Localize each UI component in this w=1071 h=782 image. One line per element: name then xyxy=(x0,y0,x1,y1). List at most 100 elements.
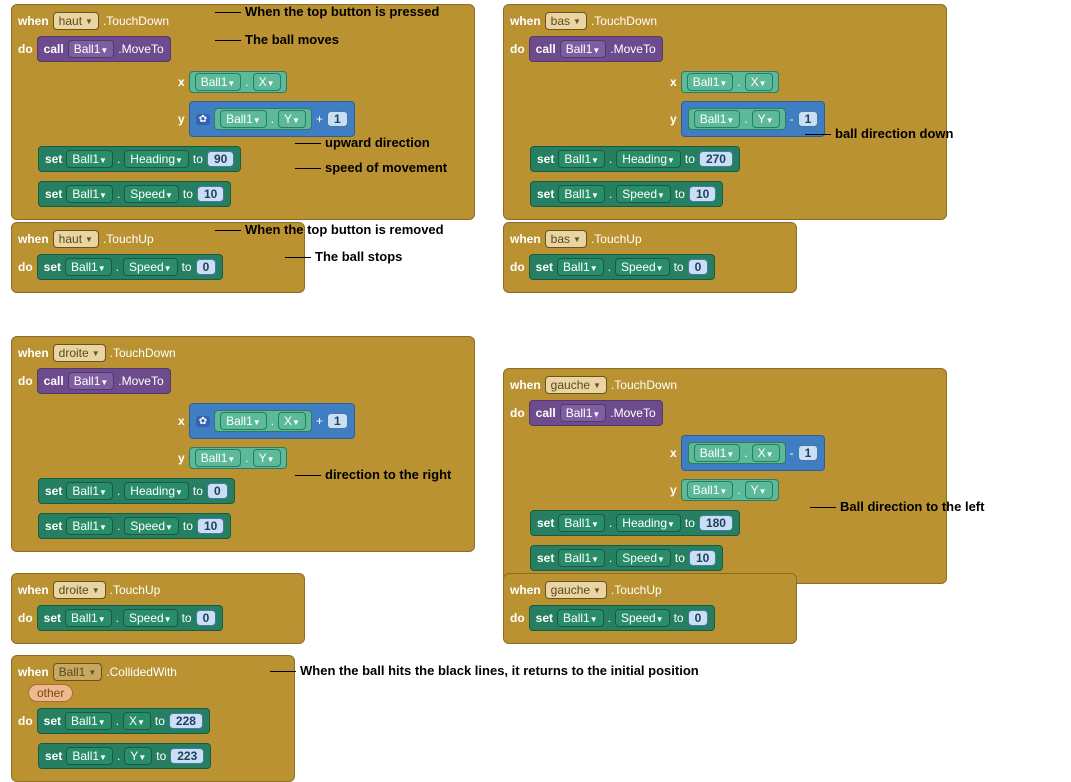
num-1[interactable]: 1 xyxy=(798,445,819,461)
dd-ball-x[interactable]: Ball1▼ xyxy=(195,73,242,91)
dd-speed[interactable]: Speed▼ xyxy=(615,258,670,276)
getter-y[interactable]: Ball1▼ . Y▼ xyxy=(214,108,312,130)
set-speed-0[interactable]: set Ball1▼ . Speed▼ to 0 xyxy=(529,254,716,280)
dd-ball[interactable]: Ball1▼ xyxy=(560,404,607,422)
gear-icon[interactable]: ✿ xyxy=(196,416,210,427)
dd-ball-s[interactable]: Ball1▼ xyxy=(66,185,113,203)
dd-ball-y[interactable]: Ball1▼ xyxy=(687,481,734,499)
dd-ball-x[interactable]: Ball1▼ xyxy=(694,444,741,462)
call-moveto[interactable]: call Ball1▼ .MoveTo xyxy=(37,36,171,62)
set-speed[interactable]: set Ball1▼ . Speed▼ to 10 xyxy=(530,545,723,571)
dd-heading[interactable]: Heading▼ xyxy=(616,514,681,532)
block-when-ball-collided[interactable]: when Ball1▼ .CollidedWith other do set B… xyxy=(11,655,295,782)
dd-ball-x[interactable]: Ball1▼ xyxy=(687,73,734,91)
num-180[interactable]: 180 xyxy=(699,515,733,531)
dd-y[interactable]: Y▼ xyxy=(124,747,152,765)
num-1[interactable]: 1 xyxy=(327,413,348,429)
num-0[interactable]: 0 xyxy=(196,259,217,275)
block-when-droite-touchdown[interactable]: when droite▼ .TouchDown do call Ball1▼ .… xyxy=(11,336,475,552)
dd-ball-x[interactable]: Ball1▼ xyxy=(65,712,112,730)
num-0[interactable]: 0 xyxy=(196,610,217,626)
num-228[interactable]: 228 xyxy=(169,713,203,729)
dd-gauche[interactable]: gauche▼ xyxy=(545,376,607,394)
num-10[interactable]: 10 xyxy=(689,550,716,566)
dd-ball-event[interactable]: Ball1▼ xyxy=(53,663,103,681)
dd-prop-x[interactable]: X▼ xyxy=(278,412,306,430)
set-heading[interactable]: set Ball1▼ . Heading▼ to 90 xyxy=(38,146,241,172)
dd-speed[interactable]: Speed▼ xyxy=(616,549,671,567)
param-other[interactable]: other xyxy=(28,684,73,702)
math-plus-x[interactable]: ✿ Ball1▼ . X▼ + 1 xyxy=(189,403,355,439)
set-speed-0[interactable]: set Ball1▼ . Speed▼ to 0 xyxy=(37,254,224,280)
dd-speed[interactable]: Speed▼ xyxy=(616,185,671,203)
num-0[interactable]: 0 xyxy=(207,483,228,499)
getter-y[interactable]: Ball1▼ . Y▼ xyxy=(189,447,287,469)
set-heading[interactable]: set Ball1▼ . Heading▼ to 270 xyxy=(530,146,740,172)
num-1[interactable]: 1 xyxy=(327,111,348,127)
dd-ball-y[interactable]: Ball1▼ xyxy=(66,747,113,765)
num-0[interactable]: 0 xyxy=(688,610,709,626)
set-speed[interactable]: set Ball1▼ . Speed▼ to 10 xyxy=(38,513,231,539)
num-10[interactable]: 10 xyxy=(197,186,224,202)
set-y[interactable]: set Ball1▼ . Y▼ to 223 xyxy=(38,743,211,769)
block-when-haut-touchdown[interactable]: when haut▼ .TouchDown do call Ball1▼ .Mo… xyxy=(11,4,475,220)
set-x[interactable]: set Ball1▼ . X▼ to 228 xyxy=(37,708,210,734)
getter-y[interactable]: Ball1▼ . Y▼ xyxy=(688,108,786,130)
set-speed[interactable]: set Ball1▼ . Speed▼ to 10 xyxy=(530,181,723,207)
op-plus[interactable]: + xyxy=(316,112,323,126)
dd-droite[interactable]: droite▼ xyxy=(53,581,106,599)
op-minus[interactable]: - xyxy=(790,446,794,460)
dd-prop-x[interactable]: X▼ xyxy=(745,73,773,91)
getter-y[interactable]: Ball1▼ . Y▼ xyxy=(681,479,779,501)
math-minus[interactable]: Ball1▼ . Y▼ - 1 xyxy=(681,101,826,137)
dd-bas[interactable]: bas▼ xyxy=(545,12,587,30)
dd-prop-y[interactable]: Y▼ xyxy=(253,449,281,467)
getter-x[interactable]: Ball1▼ . X▼ xyxy=(189,71,287,93)
block-when-gauche-touchdown[interactable]: when gauche▼ .TouchDown do call Ball1▼ .… xyxy=(503,368,947,584)
dd-ball[interactable]: Ball1▼ xyxy=(68,40,115,58)
dd-ball-s[interactable]: Ball1▼ xyxy=(65,258,112,276)
getter-x[interactable]: Ball1▼ . X▼ xyxy=(214,410,312,432)
dd-ball-s[interactable]: Ball1▼ xyxy=(66,517,113,535)
dd-ball-s[interactable]: Ball1▼ xyxy=(558,549,605,567)
dd-ball-y[interactable]: Ball1▼ xyxy=(220,110,267,128)
dd-ball-h[interactable]: Ball1▼ xyxy=(558,514,605,532)
getter-x[interactable]: Ball1▼ . X▼ xyxy=(688,442,786,464)
op-minus[interactable]: - xyxy=(790,112,794,126)
num-10[interactable]: 10 xyxy=(689,186,716,202)
call-moveto[interactable]: call Ball1▼ .MoveTo xyxy=(529,36,663,62)
num-90[interactable]: 90 xyxy=(207,151,234,167)
call-moveto[interactable]: call Ball1▼ .MoveTo xyxy=(37,368,171,394)
set-speed[interactable]: set Ball1▼ . Speed▼ to 10 xyxy=(38,181,231,207)
dd-speed[interactable]: Speed▼ xyxy=(124,185,179,203)
dd-prop-x[interactable]: X▼ xyxy=(752,444,780,462)
dd-prop-x[interactable]: X▼ xyxy=(253,73,281,91)
dd-haut[interactable]: haut▼ xyxy=(53,12,99,30)
dd-ball-s[interactable]: Ball1▼ xyxy=(65,609,112,627)
dd-gauche[interactable]: gauche▼ xyxy=(545,581,607,599)
num-1[interactable]: 1 xyxy=(798,111,819,127)
dd-speed[interactable]: Speed▼ xyxy=(123,258,178,276)
math-plus[interactable]: ✿ Ball1▼ . Y▼ + 1 xyxy=(189,101,355,137)
dd-ball-y[interactable]: Ball1▼ xyxy=(694,110,741,128)
block-when-bas-touchdown[interactable]: when bas▼ .TouchDown do call Ball1▼ .Mov… xyxy=(503,4,947,220)
op-plus[interactable]: + xyxy=(316,414,323,428)
num-223[interactable]: 223 xyxy=(170,748,204,764)
dd-ball-y[interactable]: Ball1▼ xyxy=(195,449,242,467)
dd-ball-s[interactable]: Ball1▼ xyxy=(558,185,605,203)
dd-prop-y[interactable]: Y▼ xyxy=(745,481,773,499)
num-270[interactable]: 270 xyxy=(699,151,733,167)
dd-heading[interactable]: Heading▼ xyxy=(124,482,189,500)
dd-ball[interactable]: Ball1▼ xyxy=(560,40,607,58)
dd-prop-y[interactable]: Y▼ xyxy=(278,110,306,128)
dd-droite[interactable]: droite▼ xyxy=(53,344,106,362)
dd-heading[interactable]: Heading▼ xyxy=(616,150,681,168)
dd-ball[interactable]: Ball1▼ xyxy=(68,372,115,390)
dd-speed[interactable]: Speed▼ xyxy=(124,517,179,535)
dd-prop-y[interactable]: Y▼ xyxy=(752,110,780,128)
dd-x[interactable]: X▼ xyxy=(123,712,151,730)
block-when-droite-touchup[interactable]: when droite▼ .TouchUp do set Ball1▼ . Sp… xyxy=(11,573,305,644)
call-moveto[interactable]: call Ball1▼ .MoveTo xyxy=(529,400,663,426)
set-speed-0[interactable]: set Ball1▼ . Speed▼ to 0 xyxy=(37,605,224,631)
getter-x[interactable]: Ball1▼ . X▼ xyxy=(681,71,779,93)
